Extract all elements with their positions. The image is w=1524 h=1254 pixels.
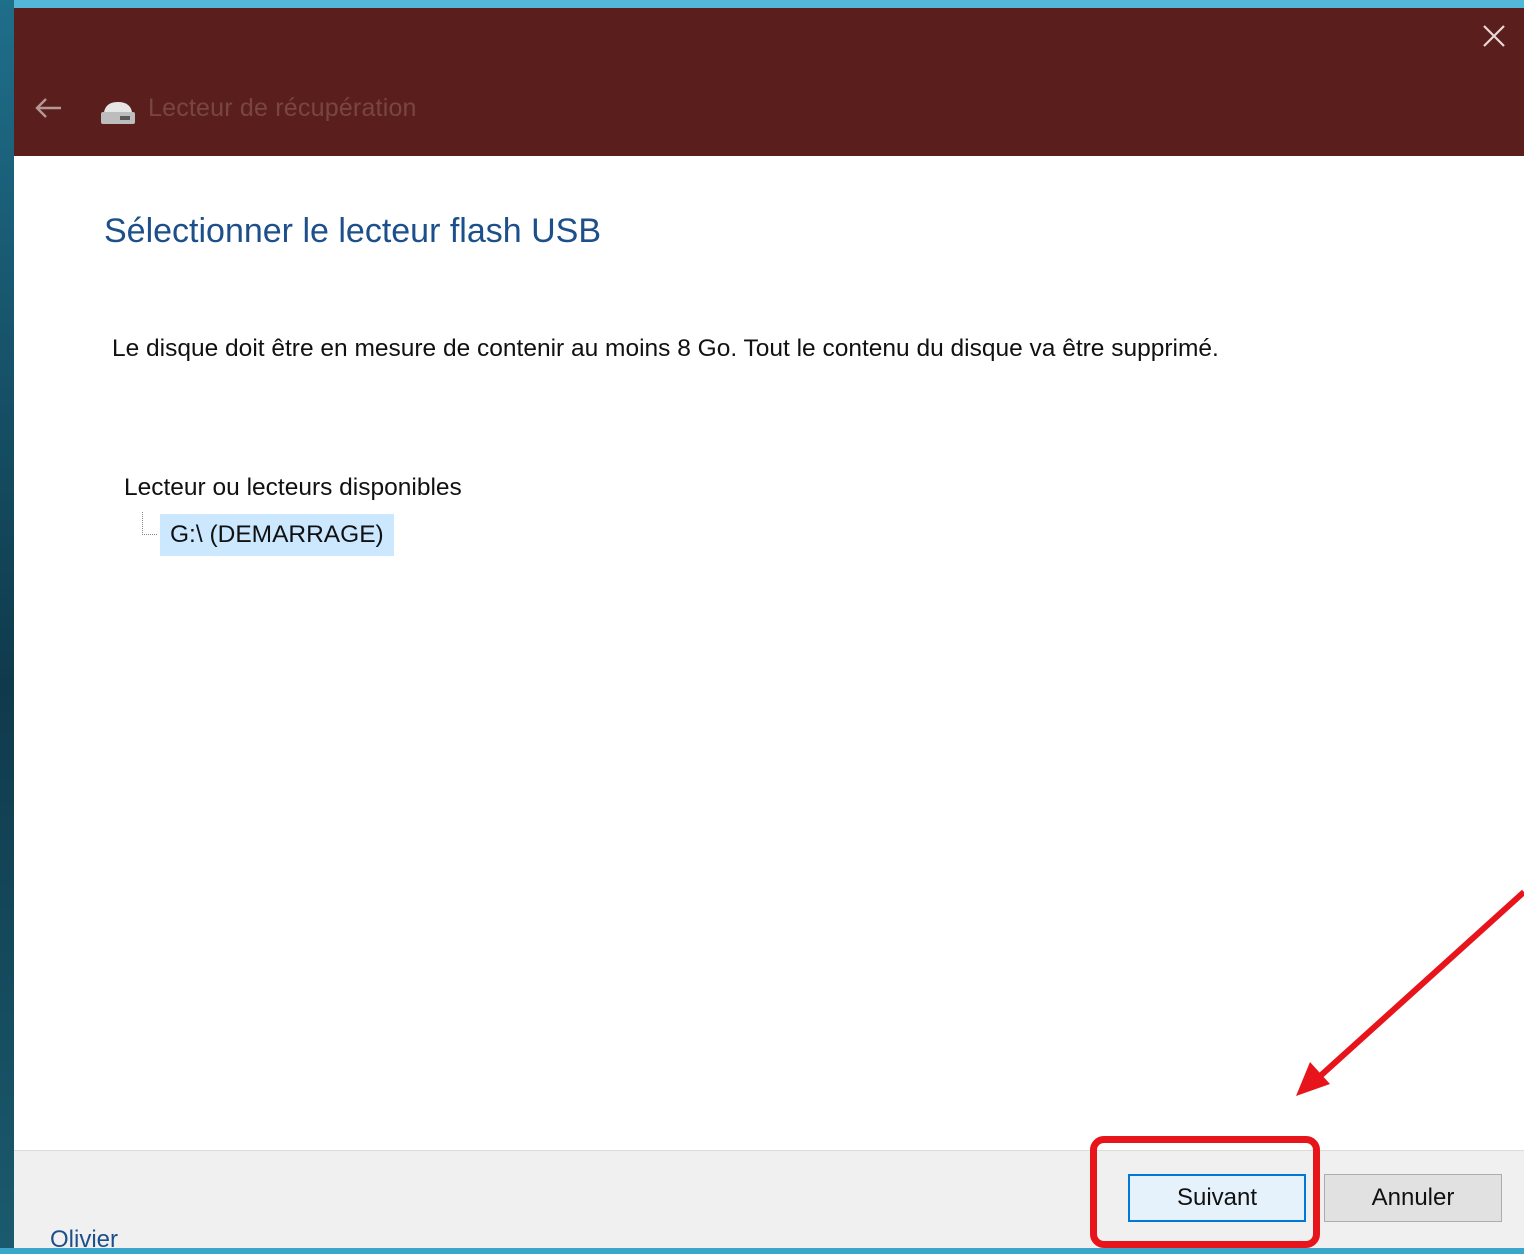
title-bar: Lecteur de récupération: [14, 8, 1524, 156]
cancel-button[interactable]: Annuler: [1324, 1174, 1502, 1222]
usb-drive-icon: [98, 98, 138, 128]
desktop-edge: [0, 0, 14, 1248]
back-arrow-icon: [33, 96, 63, 124]
drive-item-g[interactable]: G:\ (DEMARRAGE): [160, 514, 394, 556]
close-button[interactable]: [1472, 16, 1516, 60]
window-title: Lecteur de récupération: [148, 94, 417, 122]
close-icon: [1481, 23, 1507, 53]
back-button[interactable]: [30, 92, 66, 128]
description-text: Le disque doit être en mesure de conteni…: [112, 335, 1219, 362]
next-button[interactable]: Suivant: [1128, 1174, 1306, 1222]
page-heading: Sélectionner le lecteur flash USB: [104, 212, 602, 250]
tree-connector: [142, 512, 157, 535]
author-credit: Olivier: [50, 1226, 119, 1253]
drive-tree-label: Lecteur ou lecteurs disponibles: [124, 474, 462, 501]
recovery-drive-window: Lecteur de récupération Sélectionner le …: [14, 8, 1524, 1248]
